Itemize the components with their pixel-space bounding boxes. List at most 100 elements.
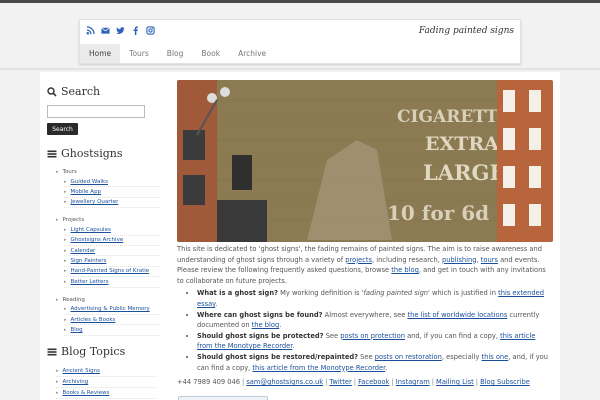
sidebar: Search Search Ghostsigns ▸ Tours ▸ Guided W… [47,82,159,336]
inline-link[interactable]: publishing [442,256,477,264]
twitter-icon[interactable] [116,26,125,35]
contact-link-sam-ghostsigns-co-uk[interactable]: sam@ghostsigns.co.uk [246,378,323,386]
category-items: ▸ Light Capsules ▸ Ghostsigns Archive ▸ Calen… [47,225,159,288]
sidebar-link[interactable]: Calendar [71,248,96,254]
sidebar-item-better-letters: ▸ Better Letters [64,277,159,288]
social-icons [86,26,155,38]
phone-number: +44 7989 409 046 [177,378,241,387]
nav-home[interactable]: Home [80,44,121,63]
sidebar-link[interactable]: Better Letters [71,279,109,285]
hero-image-ghost-sign: CIGARETTES EXTRA LARGE 10 for 6d [177,80,553,242]
category-tours: ▸ Tours ▸ Guided Walks ▸ Mobile App ▸ Jewellery… [47,167,159,209]
contact-link-mailing-list[interactable]: Mailing List [436,378,474,386]
inline-link[interactable]: tours [481,256,498,264]
contact-link-blog-subscribe[interactable]: Blog Subscribe [480,378,530,386]
topic-link[interactable]: Books & Reviews [63,390,110,396]
search-button[interactable]: Search [47,123,78,135]
chevron-right-icon: ▸ [56,296,59,303]
topic-item-archiving: ▸ Archiving [56,377,156,388]
sidebar-link[interactable]: Light Capsules [71,227,111,233]
contact-line: +44 7989 409 046 | sam@ghostsigns.co.uk | Tw… [177,378,553,386]
emphasis-text: 'fading painted sign' [361,289,430,298]
sidebar-item-ghostsigns-archive: ▸ Ghostsigns Archive [64,236,159,246]
inline-link[interactable]: the blog [391,266,419,274]
sidebar-link[interactable]: Ghostsigns Archive [71,237,124,243]
ghostsigns-widget-title: Ghostsigns [47,147,159,160]
chevron-right-icon: ▸ [64,199,67,206]
rss-icon[interactable] [86,26,95,35]
sidebar-item-calendar: ▸ Calendar [64,246,159,257]
sidebar-link[interactable]: Blog [71,327,83,333]
sidebar-link[interactable]: Hand-Painted Signs of Kratie [71,268,150,274]
chevron-right-icon: ▸ [56,169,59,175]
chevron-right-icon: ▸ [56,390,59,396]
sidebar-link[interactable]: Jewellery Quarter [71,199,119,205]
chevron-right-icon: ▸ [56,217,59,224]
category-label: Tours [62,169,77,175]
contact-link-instagram[interactable]: Instagram [396,378,430,386]
body-text: My working definition is [277,289,362,298]
top-bar [0,0,600,3]
category-items: ▸ Advertising & Public Memory ▸ Articles & … [47,305,159,336]
sidebar-item-advertising-public-memory: ▸ Advertising & Public Memory [64,305,159,315]
sidebar-link[interactable]: Articles & Books [71,317,116,323]
contact-link-facebook[interactable]: Facebook [358,378,389,386]
chevron-right-icon: ▸ [64,306,67,313]
chevron-right-icon: ▸ [64,326,67,333]
sidebar-link[interactable]: Sign Painters [71,258,107,264]
body-text: , including research, [371,255,442,264]
topic-item-books-reviews: ▸ Books & Reviews [56,388,156,399]
inline-link[interactable]: this article from the Monotype Recorder [252,364,385,372]
nav-book[interactable]: Book [192,44,229,63]
category-projects: ▸ Projects ▸ Light Capsules ▸ Ghostsigns Arch… [47,215,159,288]
instagram-icon[interactable] [146,26,155,35]
contact-link-twitter[interactable]: Twitter [329,378,351,386]
nav-tours[interactable]: Tours [120,44,158,63]
inline-link[interactable]: projects [345,256,372,264]
sidebar-link[interactable]: Guided Walks [71,179,108,185]
chevron-right-icon: ▸ [64,268,67,275]
search-input[interactable] [47,105,145,118]
body-text: . [215,299,218,308]
topic-link[interactable]: Archiving [63,379,89,385]
category-heading[interactable]: ▸ Projects [47,215,159,225]
inline-link[interactable]: posts on restoration [375,353,442,361]
inline-link[interactable]: posts on protection [340,332,405,340]
sidebar-item-light-capsules: ▸ Light Capsules [64,225,159,236]
faq-item: Should ghost signs be restored/repainted… [197,352,553,373]
faq-item: Should ghost signs be protected? See pos… [197,331,553,352]
body-text: See [358,352,375,361]
main-content: CIGARETTES EXTRA LARGE 10 for 6d This si… [177,80,553,386]
blog-topics-list: ▸ Ancient Signs ▸ Archiving ▸ Books & Reviews [56,366,156,399]
email-icon[interactable] [101,26,110,35]
category-heading[interactable]: ▸ Tours [47,167,159,177]
search-title-text: Search [61,85,101,98]
site-header: Fading painted signs Home Tours Blog Boo… [79,19,521,64]
sidebar-link[interactable]: Mobile App [71,189,102,195]
social-widget-box [178,396,268,400]
nav-archive[interactable]: Archive [229,44,275,63]
chevron-right-icon: ▸ [64,226,67,233]
topic-link[interactable]: Ancient Signs [63,368,100,374]
chevron-right-icon: ▸ [64,258,67,265]
category-label: Projects [62,217,85,224]
inline-link[interactable]: this one [482,353,509,361]
chevron-right-icon: ▸ [64,178,67,185]
chevron-right-icon: ▸ [64,237,67,244]
hero-sign-text-4: 10 for 6d [387,201,489,225]
site-tagline: Fading painted signs [418,26,514,36]
inline-link[interactable]: the list of worldwide locations [407,311,507,319]
sidebar-link[interactable]: Advertising & Public Memory [71,306,150,312]
category-heading[interactable]: ▸ Reading [47,295,159,305]
facebook-icon[interactable] [131,26,140,35]
hero-sign-text-2: EXTRA [425,133,499,155]
body-text: which is justified in [429,289,499,298]
body-text: . [279,321,282,330]
chevron-right-icon: ▸ [56,368,59,374]
menu-icon [47,150,57,157]
blog-topics-widget-title: Blog Topics [47,345,125,358]
hero-sign-text-3: LARGE [423,160,505,185]
nav-blog[interactable]: Blog [158,44,193,63]
inline-link[interactable]: the blog [252,321,280,329]
faq-item: What is a ghost sign? My working definit… [197,288,553,309]
